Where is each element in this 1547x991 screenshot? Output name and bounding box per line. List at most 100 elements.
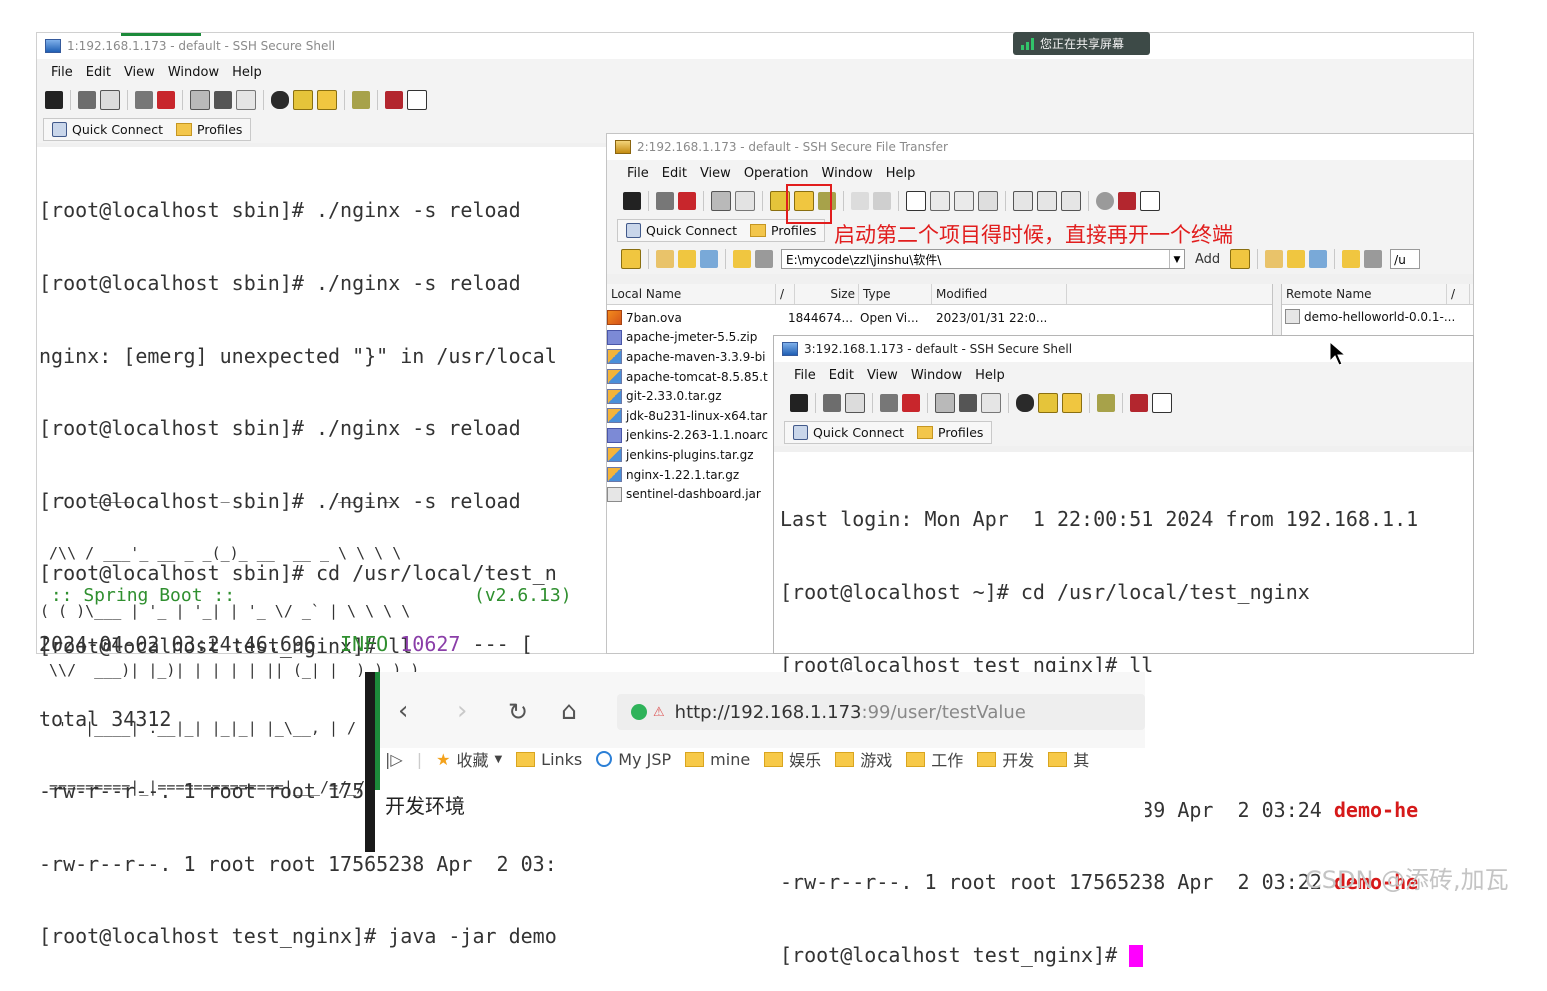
new-file-transfer-icon[interactable] <box>317 90 337 110</box>
remote-path-input[interactable]: /u <box>1390 249 1421 269</box>
home-icon[interactable]: ⌂ <box>561 696 577 725</box>
paste-icon[interactable] <box>735 191 755 211</box>
menu-file[interactable]: File <box>627 166 649 181</box>
profiles-label[interactable]: Profiles <box>938 425 983 440</box>
menu-file[interactable]: File <box>794 368 816 383</box>
menu-view[interactable]: View <box>124 65 155 80</box>
address-bar[interactable]: ⚠ http://192.168.1.173 :99/user/testValu… <box>617 694 1145 730</box>
col-size[interactable]: Size <box>795 284 859 304</box>
paste-select-icon[interactable] <box>236 90 256 110</box>
save-icon[interactable] <box>790 394 808 412</box>
terminal-cursor[interactable] <box>1129 945 1144 968</box>
settings-icon[interactable] <box>1097 394 1115 412</box>
download-icon[interactable] <box>851 192 869 210</box>
col-remote-sort-indicator[interactable]: / <box>1447 284 1470 304</box>
context-help-icon[interactable] <box>1152 393 1172 413</box>
bookmark-other[interactable]: 其 <box>1048 747 1089 771</box>
disconnect-icon[interactable] <box>902 394 920 412</box>
print-icon[interactable] <box>78 91 96 109</box>
help-book-icon[interactable] <box>1130 394 1148 412</box>
remote-refresh-icon[interactable] <box>1230 249 1251 269</box>
bookmark-links[interactable]: Links <box>516 750 582 769</box>
local-refresh-icon[interactable] <box>621 249 641 269</box>
menu-edit[interactable]: Edit <box>829 368 854 383</box>
ascii-mode-icon[interactable] <box>1013 191 1033 211</box>
remote-home-folder-icon[interactable] <box>1287 250 1306 268</box>
binary-mode-icon[interactable] <box>1037 191 1057 211</box>
print-icon[interactable] <box>823 394 841 412</box>
new-folder-icon[interactable] <box>733 250 751 268</box>
menu-edit[interactable]: Edit <box>662 166 687 181</box>
window-icon[interactable] <box>906 191 926 211</box>
col-type[interactable]: Type <box>859 284 932 304</box>
remote-delete-icon[interactable] <box>1364 250 1383 268</box>
auto-mode-icon[interactable] <box>1061 191 1081 211</box>
menu-window[interactable]: Window <box>822 166 873 181</box>
context-help-icon[interactable] <box>1140 191 1160 211</box>
upload-icon[interactable] <box>873 192 891 210</box>
disconnect-icon[interactable] <box>157 91 175 109</box>
bookmark-favorites[interactable]: ★ 收藏 ▼ <box>436 747 502 771</box>
find-icon[interactable] <box>271 91 289 109</box>
view-small-icon[interactable] <box>930 191 950 211</box>
menu-help[interactable]: Help <box>975 368 1005 383</box>
bookmark-mine[interactable]: mine <box>685 750 750 769</box>
back-arrow-icon[interactable]: ‹ <box>398 696 408 726</box>
quick-connect-button[interactable]: Quick Connect Profiles <box>784 420 993 444</box>
quick-connect-button[interactable]: Quick Connect Profiles <box>43 117 252 141</box>
copy-icon[interactable] <box>935 393 955 413</box>
help-book-icon[interactable] <box>385 91 403 109</box>
menu-help[interactable]: Help <box>886 166 916 181</box>
local-path-input[interactable]: E:\mycode\zzl\jinshu\软件\ ▼ <box>781 249 1185 269</box>
view-details-icon[interactable] <box>978 191 998 211</box>
menu-view[interactable]: View <box>867 368 898 383</box>
bookmark-my-jsp[interactable]: My JSP <box>596 750 671 769</box>
copy-icon[interactable] <box>711 191 731 211</box>
bookmark-dev[interactable]: 开发 <box>977 747 1034 771</box>
reload-icon[interactable]: ↻ <box>508 698 528 726</box>
up-folder-icon[interactable] <box>656 250 674 268</box>
screen-share-badge[interactable]: 您正在共享屏幕 <box>1013 32 1150 55</box>
home-folder-icon[interactable] <box>678 250 696 268</box>
menu-window[interactable]: Window <box>911 368 962 383</box>
connect-icon[interactable] <box>880 394 898 412</box>
sync-icon[interactable] <box>700 250 718 268</box>
col-modified[interactable]: Modified <box>932 284 1067 304</box>
col-remote-name[interactable]: Remote Name <box>1282 284 1447 304</box>
remote-sync-icon[interactable] <box>1309 250 1328 268</box>
sidebar-toggle-icon[interactable]: |▷ <box>385 750 403 769</box>
copy-icon[interactable] <box>190 90 210 110</box>
context-help-icon[interactable] <box>407 90 427 110</box>
view-list-icon[interactable] <box>954 191 974 211</box>
disconnect-icon[interactable] <box>678 192 696 210</box>
settings-icon[interactable] <box>352 91 370 109</box>
menu-file[interactable]: File <box>51 65 73 80</box>
remote-up-folder-icon[interactable] <box>1265 250 1284 268</box>
profiles-label[interactable]: Profiles <box>771 223 816 238</box>
connect-icon[interactable] <box>656 192 674 210</box>
add-bookmark-button[interactable]: Add <box>1195 252 1220 267</box>
bookmark-entertainment[interactable]: 娱乐 <box>764 747 821 771</box>
file-row[interactable]: 7ban.ova 1844674... Open Vi... 2023/01/3… <box>607 308 1272 328</box>
save-icon[interactable] <box>45 91 63 109</box>
connect-icon[interactable] <box>135 91 153 109</box>
delete-icon[interactable] <box>755 250 773 268</box>
paste-select-icon[interactable] <box>981 393 1001 413</box>
new-file-transfer-icon[interactable] <box>1062 393 1082 413</box>
help-book-icon[interactable] <box>1118 192 1136 210</box>
bookmark-games[interactable]: 游戏 <box>835 747 892 771</box>
paste-icon[interactable] <box>959 394 977 412</box>
print-preview-icon[interactable] <box>845 393 865 413</box>
new-terminal-icon[interactable] <box>293 90 313 110</box>
menu-edit[interactable]: Edit <box>86 65 111 80</box>
bookmark-work[interactable]: 工作 <box>906 747 963 771</box>
profiles-label[interactable]: Profiles <box>197 122 242 137</box>
forward-arrow-icon[interactable]: › <box>457 696 467 726</box>
chevron-down-icon[interactable]: ▼ <box>1169 250 1184 268</box>
new-terminal-icon[interactable] <box>1038 393 1058 413</box>
menu-help[interactable]: Help <box>232 65 262 80</box>
print-preview-icon[interactable] <box>100 90 120 110</box>
menu-window[interactable]: Window <box>168 65 219 80</box>
find-icon[interactable] <box>1016 394 1034 412</box>
paste-icon[interactable] <box>214 91 232 109</box>
